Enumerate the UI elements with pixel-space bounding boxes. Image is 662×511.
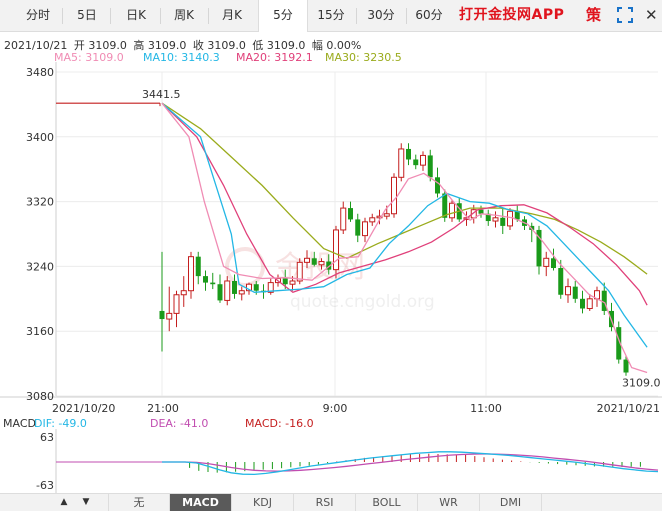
- candle-body-up: [173, 294, 180, 314]
- fullscreen-icon[interactable]: [617, 7, 633, 23]
- time-tick-label: 21:00: [147, 402, 179, 415]
- candle-body-up: [340, 207, 347, 231]
- tab-weekly-k[interactable]: 周K: [166, 0, 202, 31]
- indicator-tab-wr[interactable]: WR: [418, 494, 480, 511]
- price-tick-label: 3480: [26, 66, 54, 79]
- candle-body-down: [232, 280, 237, 294]
- watermark-url: quote.cngold.org: [290, 292, 435, 312]
- macd-top-label: 63: [40, 431, 54, 444]
- price-tick-label: 3320: [26, 196, 54, 209]
- candle-body-down: [572, 286, 578, 299]
- tab-monthly-k[interactable]: 月K: [214, 0, 250, 31]
- chart-background: [0, 62, 662, 417]
- indicator-tab-kdj[interactable]: KDJ: [232, 494, 294, 511]
- strategy-icon[interactable]: 策: [586, 4, 601, 25]
- tab-5min[interactable]: 5分: [258, 0, 308, 32]
- kline-chart[interactable]: 金投网 quote.cngold.org 3480 3400 3320 3240 316…: [0, 62, 662, 420]
- macd-bottom-label: -63: [36, 479, 54, 492]
- candle-body-up: [318, 261, 325, 266]
- price-tick-label: 3400: [26, 131, 54, 144]
- candle-body-up: [398, 148, 405, 178]
- candle-body-up: [304, 257, 310, 263]
- candle-body-up: [369, 217, 376, 223]
- close-icon[interactable]: ✕: [645, 6, 658, 24]
- tab-intraday[interactable]: 分时: [20, 0, 56, 31]
- candle-body-down: [601, 290, 607, 311]
- time-tick-label: 9:00: [323, 402, 348, 415]
- time-tick-label: 11:00: [470, 402, 502, 415]
- period-tab-bar: 分时 5日 日K 周K 月K 5分 15分 30分 60分 打开金投网APP 策…: [0, 0, 662, 32]
- candle-body-down: [282, 278, 288, 285]
- candle-body-up: [492, 217, 499, 222]
- tab-15min[interactable]: 15分: [312, 0, 350, 31]
- candle-body-up: [166, 312, 173, 320]
- candle-body-up: [180, 290, 187, 296]
- indicator-tab-rsi[interactable]: RSI: [294, 494, 356, 511]
- indicator-tab-macd[interactable]: MACD: [170, 494, 232, 511]
- candle-body-up: [565, 286, 571, 296]
- tab-separator: [356, 8, 357, 24]
- price-tick-label: 3080: [26, 390, 54, 403]
- time-tick-label: 2021/10/21: [597, 402, 660, 415]
- candle-body-down: [580, 298, 585, 309]
- candle-body-down: [210, 282, 216, 285]
- price-tick-label: 3160: [26, 325, 54, 338]
- candle-body-up: [420, 154, 426, 166]
- candle-body-down: [478, 209, 484, 214]
- candle-body-down: [217, 284, 223, 301]
- open-app-link[interactable]: 打开金投网APP: [459, 0, 564, 31]
- candle-body-down: [406, 148, 411, 160]
- tab-separator: [110, 8, 111, 24]
- tab-daily-k[interactable]: 日K: [118, 0, 154, 31]
- candle-body-up: [391, 176, 397, 215]
- candle-body-down: [355, 219, 361, 236]
- tab-5day[interactable]: 5日: [70, 0, 104, 31]
- indicator-tab-boll[interactable]: BOLL: [356, 494, 418, 511]
- candle-body-up: [224, 280, 231, 301]
- tab-separator: [406, 8, 407, 24]
- tab-separator: [62, 8, 63, 24]
- indicator-tab-bar: ▲ ▼ 无 MACD KDJ RSI BOLL WR DMI: [0, 493, 662, 511]
- candle-body-up: [362, 221, 368, 237]
- candle-body-down: [427, 155, 433, 178]
- macd-chart[interactable]: 63 -63: [0, 429, 662, 496]
- tab-30min[interactable]: 30分: [362, 0, 400, 31]
- candle-body-up: [289, 280, 296, 285]
- scroll-up-icon[interactable]: ▲: [56, 495, 72, 510]
- last-price-label: 3109.0: [622, 377, 661, 390]
- candle-body-up: [238, 290, 245, 295]
- watermark-text: 金投网: [275, 250, 365, 285]
- candle-body-up: [507, 210, 513, 227]
- candle-body-down: [500, 217, 506, 226]
- chart-grid: [0, 62, 662, 417]
- candle-body-down: [435, 177, 440, 194]
- candle-body-down: [348, 208, 353, 220]
- candle-body-down: [311, 258, 317, 265]
- tab-60min[interactable]: 60分: [410, 0, 448, 31]
- tab-separator: [160, 8, 161, 24]
- candle-body-up: [449, 202, 455, 219]
- candle-body-up: [296, 261, 303, 282]
- indicator-tab-none[interactable]: 无: [108, 494, 170, 511]
- candle-body-up: [543, 257, 550, 267]
- candle-body-up: [383, 213, 390, 217]
- candle-body-down: [253, 284, 259, 291]
- candle-body-up: [586, 298, 593, 310]
- time-tick-label: 2021/10/20: [52, 402, 115, 415]
- candle-body-down: [558, 268, 564, 295]
- price-tick-label: 3240: [26, 260, 54, 273]
- candle-body-down: [551, 258, 556, 269]
- high-price-label: 3441.5: [142, 88, 181, 101]
- scroll-down-icon[interactable]: ▼: [78, 495, 94, 510]
- candle-body-down: [623, 359, 629, 373]
- candle-body-down: [413, 159, 419, 166]
- candle-body-down: [195, 256, 201, 277]
- candle-body-down: [203, 276, 208, 283]
- candle-body-up: [188, 256, 194, 292]
- tab-separator: [208, 8, 209, 24]
- indicator-tab-dmi[interactable]: DMI: [480, 494, 542, 511]
- candle-body-up: [333, 229, 339, 271]
- candle-body-down: [159, 310, 165, 320]
